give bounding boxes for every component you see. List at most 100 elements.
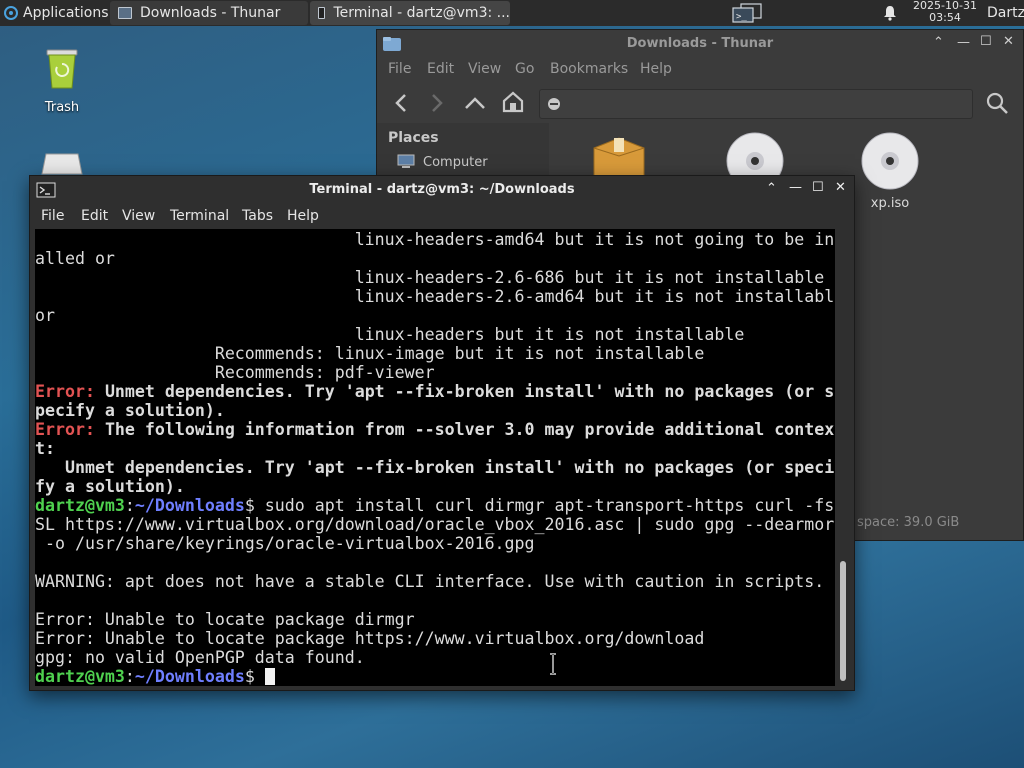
workspace-switcher[interactable]: >_	[730, 0, 764, 26]
terminal-line: linux-headers but it is not installable	[35, 325, 835, 344]
terminal-segment: The following information from --solver …	[94, 420, 835, 439]
terminal-line: gpg: no valid OpenPGP data found.	[35, 648, 835, 667]
terminal-line: fy a solution).	[35, 477, 835, 496]
terminal-line: Recommends: pdf-viewer	[35, 363, 835, 382]
terminal-segment: Recommends: linux-image but it is not in…	[35, 344, 705, 363]
menu-file[interactable]: File	[388, 61, 411, 77]
terminal-line: linux-headers-2.6-amd64 but it is not in…	[35, 287, 835, 306]
menu-tabs[interactable]: Tabs	[242, 208, 273, 224]
task-terminal[interactable]: Terminal - dartz@vm3: ...	[310, 1, 510, 25]
places-heading: Places	[388, 130, 439, 146]
menu-file[interactable]: File	[41, 208, 64, 224]
terminal-line: -o /usr/share/keyrings/oracle-virtualbox…	[35, 534, 835, 553]
terminal-segment: linux-headers-2.6-amd64 but it is not in…	[35, 287, 835, 306]
minimize-button[interactable]: —	[957, 35, 970, 50]
terminal-segment: :	[124, 496, 135, 515]
terminal-segment: ~/Downloads	[134, 667, 245, 686]
maximize-button[interactable]: ☐	[980, 34, 992, 49]
applications-label: Applications	[23, 5, 109, 21]
workspaces-icon: >_	[732, 3, 762, 23]
terminal-title: Terminal - dartz@vm3: ~/Downloads	[309, 182, 575, 197]
home-icon[interactable]	[501, 90, 525, 114]
terminal-line: t:	[35, 439, 835, 458]
maximize-button[interactable]: ☐	[812, 180, 824, 195]
file-label: xp.iso	[870, 196, 910, 211]
menu-view[interactable]: View	[468, 61, 501, 77]
terminal-segment: fy a solution).	[35, 477, 185, 496]
terminal-segment: dartz@vm3	[35, 667, 125, 686]
terminal-line: WARNING: apt does not have a stable CLI …	[35, 572, 835, 591]
task-thunar[interactable]: Downloads - Thunar	[110, 1, 308, 25]
disc-icon	[861, 132, 919, 190]
close-button[interactable]: ✕	[835, 180, 846, 195]
menu-help[interactable]: Help	[287, 208, 319, 224]
thunar-title: Downloads - Thunar	[626, 36, 774, 51]
file-item-xp-iso[interactable]: xp.iso	[860, 132, 920, 211]
terminal-line: Error: Unmet dependencies. Try 'apt --fi…	[35, 382, 835, 401]
terminal-icon	[318, 7, 326, 19]
text-cursor-icon	[550, 653, 556, 675]
bell-icon	[884, 6, 896, 21]
drive-icon	[41, 153, 83, 175]
search-icon[interactable]	[985, 91, 1009, 115]
terminal-cursor	[264, 668, 275, 685]
up-icon[interactable]	[463, 92, 487, 114]
menu-edit[interactable]: Edit	[81, 208, 108, 224]
terminal-segment: Error: Unable to locate package https://…	[35, 629, 705, 648]
terminal-segment: linux-headers-amd64 but it is not going …	[35, 230, 835, 249]
notifications-button[interactable]	[880, 0, 900, 26]
user-menu[interactable]: Dartz	[987, 0, 1024, 26]
menu-bookmarks[interactable]: Bookmarks	[550, 61, 628, 77]
minimize-button[interactable]: —	[789, 180, 802, 195]
terminal-segment: $	[244, 667, 265, 686]
desktop-trash[interactable]: Trash	[30, 44, 94, 115]
terminal-line: or	[35, 306, 835, 325]
terminal-segment: t:	[35, 439, 55, 458]
scrollbar[interactable]	[840, 561, 846, 681]
terminal-segment: linux-headers but it is not installable	[35, 325, 745, 344]
back-icon[interactable]	[391, 92, 411, 114]
terminal-segment: dartz@vm3	[35, 496, 125, 515]
terminal-line: Error: Unable to locate package dirmgr	[35, 610, 835, 629]
terminal-line: alled or	[35, 249, 835, 268]
terminal-line: Recommends: linux-image but it is not in…	[35, 344, 835, 363]
terminal-segment: gpg: no valid OpenPGP data found.	[35, 648, 365, 667]
forward-icon[interactable]	[427, 92, 447, 114]
task-label: Downloads - Thunar	[140, 5, 281, 21]
terminal-window: Terminal - dartz@vm3: ~/Downloads ⌃ — ☐ …	[29, 175, 855, 691]
location-toggle-icon[interactable]	[547, 97, 561, 111]
terminal-segment: ~/Downloads	[134, 496, 245, 515]
minimize-up-icon[interactable]: ⌃	[766, 181, 777, 196]
terminal-segment: Unmet dependencies. Try 'apt --fix-broke…	[94, 382, 835, 401]
close-button[interactable]: ✕	[1003, 34, 1014, 49]
terminal-screen[interactable]: linux-headers-amd64 but it is not going …	[35, 229, 835, 686]
sidebar-item-computer[interactable]: Computer	[397, 154, 488, 170]
terminal-line: linux-headers-amd64 but it is not going …	[35, 230, 835, 249]
clock[interactable]: 2025-10-31 03:54	[905, 0, 985, 24]
menu-help[interactable]: Help	[640, 61, 672, 77]
terminal-line: pecify a solution).	[35, 401, 835, 420]
terminal-segment: pecify a solution).	[35, 401, 225, 420]
svg-text:>_: >_	[736, 12, 747, 22]
location-bar[interactable]	[539, 89, 973, 119]
menu-go[interactable]: Go	[515, 61, 534, 77]
terminal-segment: linux-headers-2.6-686 but it is not inst…	[35, 268, 835, 287]
terminal-line: Unmet dependencies. Try 'apt --fix-broke…	[35, 458, 835, 477]
user-name: Dartz	[987, 5, 1024, 21]
xfce-logo-icon	[4, 6, 18, 20]
applications-menu-button[interactable]: Applications	[0, 0, 110, 26]
terminal-line: Error: The following information from --…	[35, 420, 835, 439]
terminal-line: dartz@vm3:~/Downloads$	[35, 667, 835, 686]
menu-view[interactable]: View	[122, 208, 155, 224]
folder-icon	[118, 7, 132, 19]
menu-terminal[interactable]: Terminal	[170, 208, 229, 224]
task-label: Terminal - dartz@vm3: ...	[333, 5, 510, 21]
menu-edit[interactable]: Edit	[427, 61, 454, 77]
minimize-up-icon[interactable]: ⌃	[933, 35, 944, 50]
terminal-segment: Recommends: pdf-viewer	[35, 363, 435, 382]
clock-time: 03:54	[929, 11, 961, 24]
terminal-output: linux-headers-amd64 but it is not going …	[35, 230, 835, 686]
terminal-segment: alled or	[35, 249, 115, 268]
terminal-segment: Error:	[35, 382, 95, 401]
